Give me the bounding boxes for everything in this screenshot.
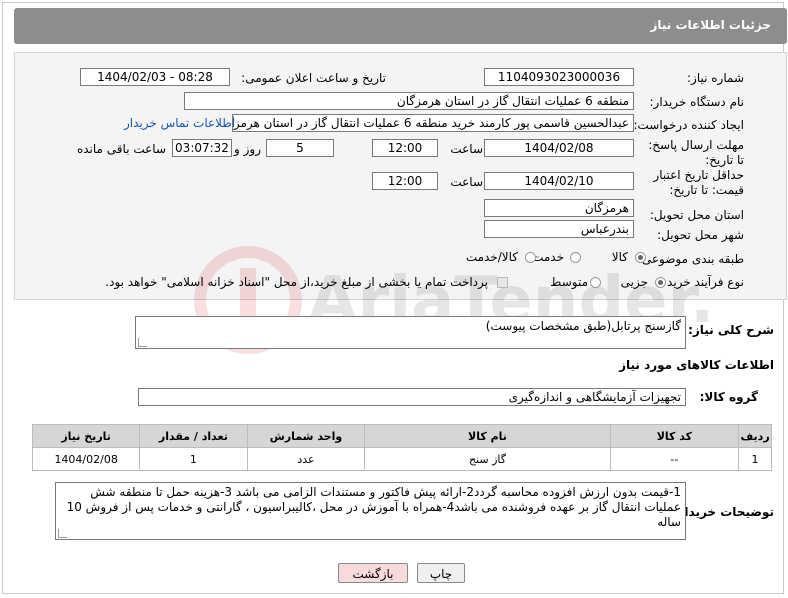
province-field[interactable]: هرمزگان [484, 199, 634, 217]
need-number-label: شماره نیاز: [687, 71, 744, 85]
resize-handle-icon[interactable] [138, 338, 147, 347]
resize-handle-icon[interactable] [58, 529, 67, 538]
goods-group-label: گروه کالا: [699, 390, 758, 404]
need-description-label: شرح کلی نیاز: [688, 323, 774, 337]
cell-qty: 1 [139, 447, 248, 471]
cell-unit: عدد [246, 447, 366, 471]
price-validity-hour-field[interactable]: 12:00 [372, 172, 438, 190]
buyer-org-label: نام دستگاه خریدار: [649, 95, 745, 109]
col-date: تاریخ نیاز [31, 424, 141, 448]
requester-label: ایجاد کننده درخواست: [633, 118, 744, 132]
announce-datetime-field[interactable]: 1404/02/03 - 08:28 [80, 68, 230, 86]
deadline-date-field[interactable]: 1404/02/08 [484, 139, 634, 157]
buyer-org-field[interactable]: منطقه 6 عملیات انتقال گاز در استان هرمزگ… [184, 92, 634, 110]
province-label: استان محل تحویل: [649, 208, 744, 222]
need-description-field[interactable]: گازسنج پرتابل(طبق مشخصات پیوست) [135, 316, 686, 349]
days-label: روز و [234, 142, 261, 156]
page-header: جزئیات اطلاعات نیاز [14, 8, 787, 44]
process-minor-text: جزیی [620, 275, 648, 289]
remaining-time-field[interactable]: 03:07:32 [172, 139, 232, 157]
category-goods-service-radio[interactable] [525, 252, 536, 263]
need-number-field[interactable]: 1104093023000036 [484, 68, 634, 86]
goods-group-field[interactable]: تجهیزات آزمایشگاهی و اندازه‌گیری [138, 388, 686, 406]
page-title: جزئیات اطلاعات نیاز [650, 18, 771, 32]
price-validity-label: حداقل تاریخ اعتبار قیمت: تا تاریخ: [653, 168, 744, 197]
cell-date: 1404/02/08 [31, 447, 141, 471]
print-button[interactable]: چاپ [417, 563, 465, 583]
col-row: ردیف [738, 424, 772, 448]
col-code: کد کالا [609, 424, 740, 448]
deadline-hour-field[interactable]: 12:00 [372, 139, 438, 157]
goods-table: ردیف کد کالا نام کالا واحد شمارش تعداد /… [31, 424, 772, 471]
category-service-radio[interactable] [570, 252, 581, 263]
table-row[interactable]: 1 -- گاز سنج عدد 1 1404/02/08 [31, 447, 772, 471]
deadline-hour-label: ساعت [450, 142, 483, 156]
process-medium-text: متوسط [550, 275, 588, 289]
cell-row: 1 [738, 447, 772, 471]
buyer-notes-label: توضیحات خریدار: [672, 505, 774, 519]
back-button[interactable]: بازگشت [338, 563, 408, 583]
category-service-text: خدمت [532, 250, 564, 264]
goods-info-title: اطلاعات کالاهای مورد نیاز [619, 358, 774, 372]
city-label: شهر محل تحویل: [657, 228, 744, 242]
need-description-text: گازسنج پرتابل(طبق مشخصات پیوست) [485, 319, 681, 333]
cell-name: گاز سنج [364, 447, 611, 471]
remaining-time-label: ساعت باقی مانده [76, 142, 166, 156]
category-goods-radio[interactable] [635, 252, 646, 263]
col-unit: واحد شمارش [246, 424, 366, 448]
buyer-contact-link[interactable]: اطلاعات تماس خریدار [124, 116, 235, 130]
buyer-notes-text: 1-قیمت بدون ارزش افزوده محاسبه گردد2-ارا… [66, 485, 681, 529]
process-medium-radio[interactable] [590, 277, 601, 288]
process-label: نوع فرآیند خرید : [659, 275, 744, 289]
cell-code: -- [609, 447, 740, 471]
requester-field[interactable]: عبدالحسین قاسمی پور کارمند خرید منطقه 6 … [232, 114, 634, 132]
announce-label: تاریخ و ساعت اعلان عمومی: [241, 71, 386, 85]
col-name: نام کالا [364, 424, 611, 448]
price-validity-date-field[interactable]: 1404/02/10 [484, 172, 634, 190]
col-qty: تعداد / مقدار [139, 424, 248, 448]
city-field[interactable]: بندرعباس [484, 220, 634, 238]
process-minor-radio[interactable] [655, 277, 666, 288]
category-label: طبقه بندی موضوعی: [637, 252, 744, 266]
deadline-label: مهلت ارسال پاسخ: تا تاریخ: [648, 138, 744, 167]
treasury-payment-note: پرداخت تمام یا بخشی از مبلغ خرید،از محل … [105, 275, 488, 289]
goods-table-header: ردیف کد کالا نام کالا واحد شمارش تعداد /… [31, 424, 772, 448]
days-remaining-field[interactable]: 5 [266, 139, 334, 157]
category-goods-service-text: کالا/خدمت [465, 250, 518, 264]
treasury-payment-checkbox[interactable] [497, 277, 508, 288]
category-goods-text: کالا [611, 250, 628, 264]
price-validity-hour-label: ساعت [450, 175, 483, 189]
buyer-notes-field[interactable]: 1-قیمت بدون ارزش افزوده محاسبه گردد2-ارا… [55, 482, 686, 540]
